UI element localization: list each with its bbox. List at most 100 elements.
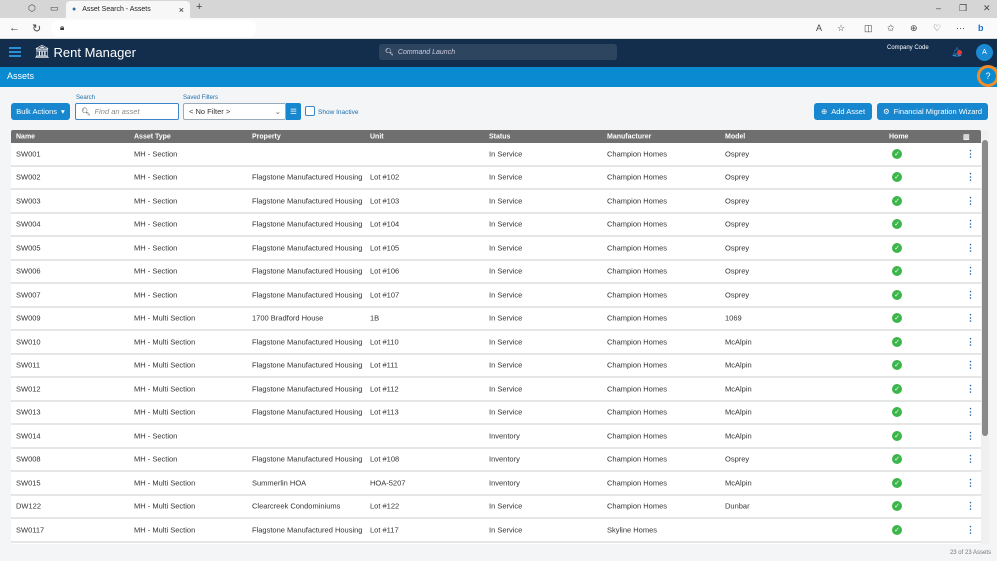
table-row[interactable]: SW0117 MH - Multi Section Flagstone Manufa…: [11, 519, 981, 543]
help-icon[interactable]: ?: [977, 65, 997, 87]
new-tab-icon[interactable]: +: [196, 1, 202, 13]
workspaces-icon[interactable]: ⬡: [28, 3, 36, 14]
cell-status: In Service: [489, 266, 523, 276]
cell-name: SW011: [16, 360, 41, 370]
saved-filter-select[interactable]: < No Filter > ⌄: [183, 103, 286, 120]
menu-icon[interactable]: [9, 47, 21, 57]
column-header-unit[interactable]: Unit: [370, 133, 384, 140]
row-menu-icon[interactable]: ⋮: [966, 172, 975, 183]
column-header-home[interactable]: Home: [889, 133, 908, 140]
column-header-name[interactable]: Name: [16, 133, 35, 140]
row-menu-icon[interactable]: ⋮: [966, 242, 975, 253]
chevron-down-icon: ⌄: [274, 107, 281, 116]
table-row[interactable]: SW013 MH - Multi Section Flagstone Manufac…: [11, 402, 981, 425]
back-icon[interactable]: ←: [9, 22, 20, 34]
cell-status: In Service: [489, 196, 523, 206]
column-chooser-icon[interactable]: ▥: [963, 133, 970, 141]
table-row[interactable]: DW122 MH - Multi Section Clearcreek Condom…: [11, 496, 981, 519]
logo[interactable]: 🏛︎ Rent Manager: [34, 44, 136, 60]
more-icon[interactable]: ···: [956, 23, 965, 33]
column-header-manufacturer[interactable]: Manufacturer: [607, 133, 651, 140]
browser-essentials-icon[interactable]: ♡: [933, 23, 941, 34]
table-row[interactable]: SW001 MH - Section In Service Champion Home…: [11, 143, 981, 167]
cell-status: In Service: [489, 219, 523, 229]
avatar[interactable]: A: [976, 44, 993, 61]
command-launch-input[interactable]: 🔍︎ Command Launch: [379, 44, 617, 60]
table-scrollbar[interactable]: [981, 130, 989, 544]
cell-manufacturer: Champion Homes: [607, 407, 668, 417]
row-menu-icon[interactable]: ⋮: [966, 454, 975, 465]
row-menu-icon[interactable]: ⋮: [966, 477, 975, 488]
table-header: Name Asset Type Property Unit Status Manufact…: [11, 130, 981, 143]
table-row[interactable]: SW008 MH - Section Flagstone Manufactured …: [11, 449, 981, 472]
table-row[interactable]: SW014 MH - Section Inventory Champion Homes…: [11, 425, 981, 449]
table-row[interactable]: SW012 MH - Multi Section Flagstone Manufac…: [11, 378, 981, 402]
app-header: 🏛︎ Rent Manager 🔍︎ Command Launch Company …: [0, 39, 997, 67]
add-asset-button[interactable]: ⊕ Add Asset: [814, 103, 872, 120]
restore-icon[interactable]: ❐: [959, 3, 967, 14]
read-aloud-icon[interactable]: A: [816, 23, 822, 33]
table-row[interactable]: SW005 MH - Section Flagstone Manufactured …: [11, 237, 981, 261]
browser-tab[interactable]: ● Asset Search - Assets ×: [66, 1, 190, 18]
favorites-icon[interactable]: ✩: [887, 23, 895, 34]
cell-status: In Service: [489, 313, 523, 323]
row-menu-icon[interactable]: ⋮: [966, 501, 975, 512]
row-menu-icon[interactable]: ⋮: [966, 407, 975, 418]
row-menu-icon[interactable]: ⋮: [966, 148, 975, 159]
row-menu-icon[interactable]: ⋮: [966, 195, 975, 206]
address-bar: ← ↻ 🔒︎ A ☆ ◫ ✩ ⊕ ♡ ··· b: [0, 18, 997, 39]
close-window-icon[interactable]: ✕: [983, 3, 991, 14]
column-header-status[interactable]: Status: [489, 133, 510, 140]
cell-property: Flagstone Manufactured Housing: [252, 243, 363, 253]
column-header-model[interactable]: Model: [725, 133, 745, 140]
copilot-icon[interactable]: b: [978, 23, 984, 33]
row-menu-icon[interactable]: ⋮: [966, 383, 975, 394]
table-row[interactable]: SW011 MH - Multi Section Flagstone Manufac…: [11, 355, 981, 378]
notifications-icon[interactable]: 🔔︎: [951, 47, 962, 58]
tab-actions-icon[interactable]: ▭: [50, 3, 59, 14]
collections-icon[interactable]: ⊕: [910, 23, 918, 34]
table-row[interactable]: SW002 MH - Section Flagstone Manufactured …: [11, 167, 981, 190]
close-tab-icon[interactable]: ×: [179, 5, 184, 15]
row-menu-icon[interactable]: ⋮: [966, 430, 975, 441]
row-menu-icon[interactable]: ⋮: [966, 336, 975, 347]
favorite-icon[interactable]: ☆: [837, 23, 845, 34]
cell-asset-type: MH - Section: [134, 431, 178, 441]
refresh-icon[interactable]: ↻: [32, 22, 41, 35]
row-menu-icon[interactable]: ⋮: [966, 524, 975, 535]
row-menu-icon[interactable]: ⋮: [966, 219, 975, 230]
home-check-icon: ✓: [892, 289, 902, 300]
table-row[interactable]: SW003 MH - Section Flagstone Manufactured …: [11, 190, 981, 214]
minimize-icon[interactable]: –: [936, 3, 941, 13]
search-label: Search: [76, 95, 96, 101]
financial-migration-wizard-button[interactable]: ⚙︎ Financial Migration Wizard: [877, 103, 988, 120]
company-code[interactable]: Company Code: [887, 45, 929, 51]
cell-name: SW008: [16, 454, 41, 464]
table-row[interactable]: SW010 MH - Multi Section Flagstone Manufac…: [11, 331, 981, 355]
home-check-icon: ✓: [892, 336, 902, 347]
row-menu-icon[interactable]: ⋮: [966, 266, 975, 277]
column-header-asset-type[interactable]: Asset Type: [134, 133, 171, 140]
table-row[interactable]: SW009 MH - Multi Section 1700 Bradford Hou…: [11, 308, 981, 331]
table-row[interactable]: SW004 MH - Section Flagstone Manufactured …: [11, 214, 981, 237]
table-row[interactable]: SW015 MH - Multi Section Summerlin HOA HOA-…: [11, 472, 981, 496]
cell-status: In Service: [489, 172, 523, 182]
table-row[interactable]: SW007 MH - Section Flagstone Manufactured …: [11, 284, 981, 308]
cell-status: In Service: [489, 243, 523, 253]
asset-search-input[interactable]: 🔍︎ Find an asset: [75, 103, 179, 120]
split-screen-icon[interactable]: ◫: [864, 23, 873, 34]
row-menu-icon[interactable]: ⋮: [966, 360, 975, 371]
table-row[interactable]: SW006 MH - Section Flagstone Manufactured …: [11, 261, 981, 284]
filter-settings-button[interactable]: ☰: [286, 103, 301, 120]
logo-text: Rent Manager: [53, 44, 136, 60]
browser-tab-bar: ⬡ ▭ ● Asset Search - Assets × + – ❐ ✕: [0, 0, 997, 18]
show-inactive-checkbox[interactable]: [305, 106, 315, 116]
url-field[interactable]: 🔒︎: [51, 20, 256, 37]
cell-model: Osprey: [725, 454, 750, 464]
column-header-property[interactable]: Property: [252, 133, 281, 140]
row-menu-icon[interactable]: ⋮: [966, 313, 975, 324]
cell-model: Osprey: [725, 172, 750, 182]
scrollbar-thumb[interactable]: [982, 140, 988, 436]
row-menu-icon[interactable]: ⋮: [966, 289, 975, 300]
bulk-actions-button[interactable]: Bulk Actions ▾: [11, 103, 70, 120]
